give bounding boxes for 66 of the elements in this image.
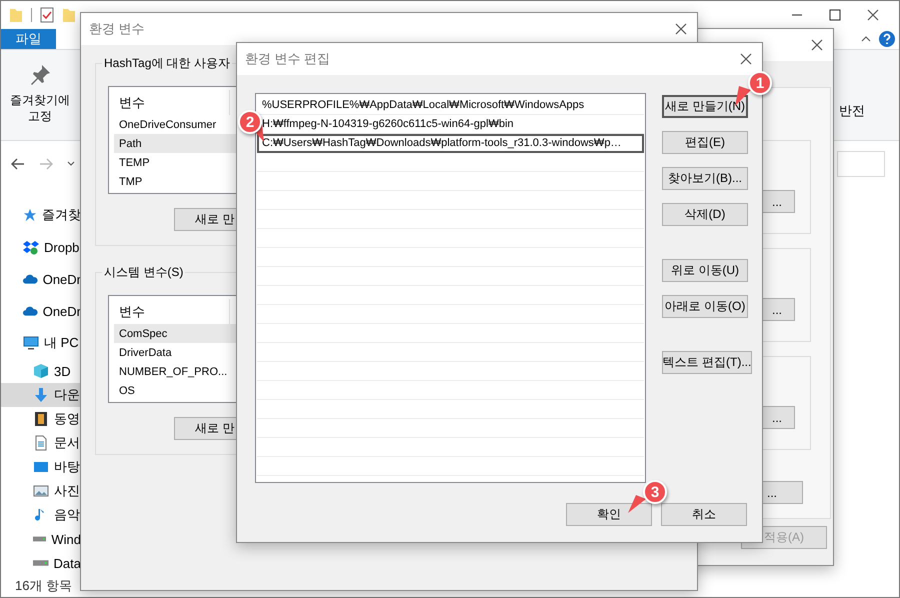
path-list[interactable]: %USERPROFILE%₩AppData₩Local₩Microsoft₩WindowsApps H:₩ffmpeg-N-104319-g6260c611c5-win64-gpl₩bin C:₩Users₩HashTag₩Downloads₩platform-tools_r31.0.3-windows₩p…	[255, 93, 646, 483]
variable-row[interactable]: TMP	[114, 172, 236, 191]
dialog-button[interactable]: 편집(E)	[662, 131, 748, 154]
path-entry[interactable]: C:₩Users₩HashTag₩Downloads₩platform-tools_r31.0.3-windows₩p…	[257, 134, 644, 153]
sidebar-item[interactable]: 문서	[1, 431, 81, 455]
ribbon-tab[interactable]: 파일	[1, 28, 56, 50]
status-text: 16개 항목	[14, 577, 74, 595]
close-icon[interactable]	[675, 23, 687, 35]
cancel-button[interactable]: 취소	[661, 503, 747, 526]
chevron-down-icon[interactable]	[67, 160, 75, 167]
dialog-title: 환경 변수 편집	[245, 50, 330, 68]
dialog-button[interactable]: 찾아보기(B)...	[662, 167, 748, 190]
close-icon[interactable]	[811, 39, 823, 51]
sidebar-item[interactable]: Wind	[1, 527, 81, 551]
ok-button[interactable]: 확인	[566, 503, 652, 526]
variable-row[interactable]: DriverData	[114, 343, 236, 362]
variable-row[interactable]: NUMBER_OF_PRO...	[114, 362, 236, 381]
close-icon[interactable]	[867, 8, 879, 21]
sidebar-item[interactable]: OneDr	[1, 295, 81, 327]
sidebar-item[interactable]: Data	[1, 551, 81, 575]
group-title: 시스템 변수(S)	[102, 264, 186, 281]
film-icon	[33, 411, 49, 427]
search-field[interactable]	[837, 150, 885, 177]
variable-row[interactable]: Path	[114, 134, 236, 153]
dropbox-icon	[23, 239, 39, 255]
variable-row[interactable]: ComSpec	[114, 324, 236, 343]
sidebar-item[interactable]: 다운	[1, 383, 81, 407]
monitor-icon	[23, 335, 39, 351]
sidebar-item[interactable]: 동영	[1, 407, 81, 431]
ribbon-label[interactable]: 반전	[839, 102, 865, 140]
maximize-icon[interactable]	[829, 8, 841, 21]
help-icon[interactable]	[879, 31, 895, 48]
drive-icon	[33, 536, 46, 542]
sidebar-item[interactable]: Dropb	[1, 231, 81, 263]
document-icon	[33, 435, 49, 451]
variable-row[interactable]: OneDriveConsumer	[114, 115, 236, 134]
close-icon[interactable]	[740, 53, 752, 65]
path-entry[interactable]: %USERPROFILE%₩AppData₩Local₩Microsoft₩WindowsApps	[257, 96, 644, 115]
pin-to-quick-access-button[interactable]: 즐겨찾기에 고정	[1, 50, 79, 140]
sidebar-item[interactable]: 3D	[1, 359, 81, 383]
dialog-button[interactable]: 위로 이동(U)	[662, 259, 748, 282]
dialog-button[interactable]: 새로 만들기(N)	[662, 95, 748, 118]
back-arrow-icon[interactable]	[11, 158, 25, 170]
caret-icon[interactable]	[861, 35, 871, 44]
download-icon	[33, 387, 49, 403]
star-icon	[23, 207, 37, 223]
dialog-button[interactable]: 아래로 이동(O)	[662, 295, 748, 318]
sidebar-item[interactable]: 바탕	[1, 455, 81, 479]
variable-row[interactable]: TEMP	[114, 153, 236, 172]
sidebar-item[interactable]: 내 PC	[1, 327, 81, 359]
photo-icon	[33, 483, 49, 499]
dialog-button[interactable]: 삭제(D)	[662, 203, 748, 226]
dialog-title: 환경 변수	[89, 20, 145, 38]
sidebar-item[interactable]: 즐겨찾	[1, 199, 81, 231]
pin-label: 즐겨찾기에 고정	[10, 92, 70, 124]
cube-icon	[33, 363, 49, 379]
column-header[interactable]: 변수	[114, 90, 230, 115]
dialog-button[interactable]: 텍스트 편집(T)...	[662, 351, 752, 374]
desktop-icon	[33, 459, 49, 475]
sidebar-item[interactable]: 음악	[1, 503, 81, 527]
sidebar-item[interactable]: OneDr	[1, 263, 81, 295]
sidebar-item[interactable]: 사진	[1, 479, 81, 503]
drive-icon	[33, 560, 49, 566]
variable-row[interactable]: OS	[114, 381, 236, 400]
group-title: HashTag에 대한 사용자	[102, 55, 232, 72]
checklist-icon[interactable]	[40, 6, 54, 23]
